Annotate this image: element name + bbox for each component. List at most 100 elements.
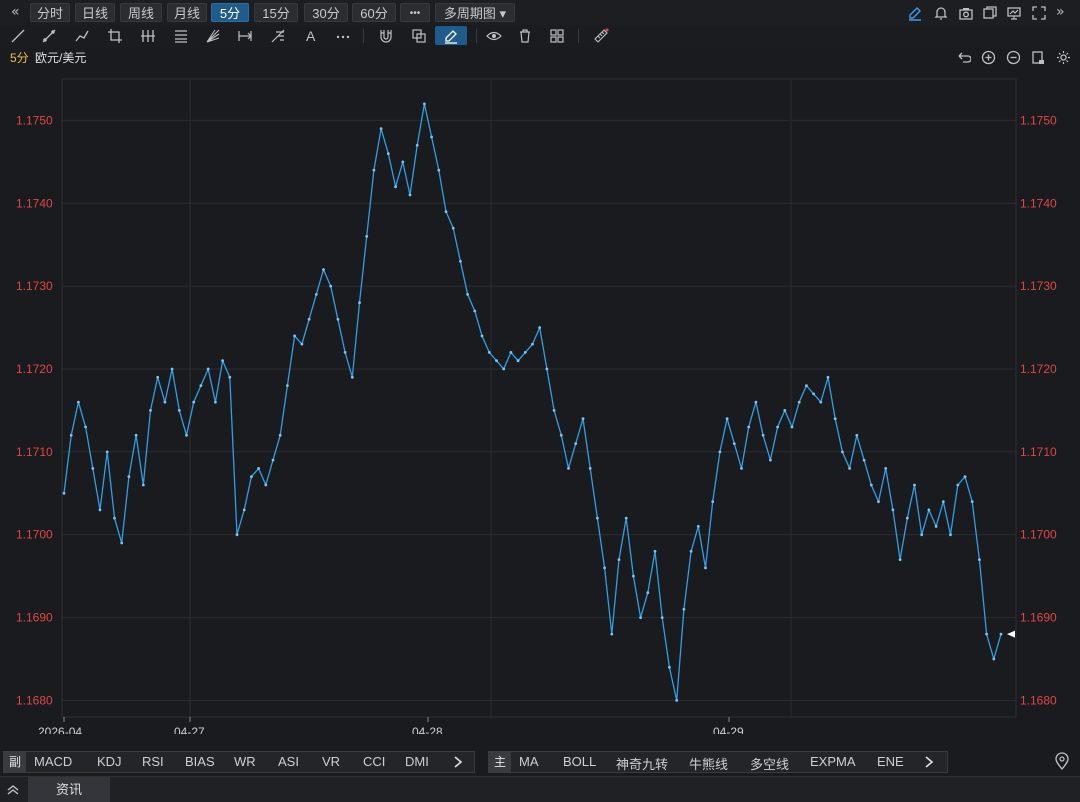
chart-canvas[interactable]: 1.1680 1.1690 1.1700 1.1710 1.1720 1.1730 1.17…: [0, 67, 1080, 739]
line-tool-icon[interactable]: [10, 28, 26, 44]
pitchfork-icon[interactable]: [270, 28, 286, 44]
indicator-long-short[interactable]: 多空线: [750, 754, 789, 773]
chevron-up-icon[interactable]: [6, 783, 20, 797]
period-tab-60min[interactable]: 60分: [352, 3, 396, 22]
edit-icon[interactable]: [907, 5, 923, 21]
ruler-icon[interactable]: [593, 28, 609, 44]
indicator-boll[interactable]: BOLL: [563, 754, 596, 769]
fan-tool-icon[interactable]: [205, 28, 221, 44]
undo-icon[interactable]: [956, 50, 971, 65]
range-tool-icon[interactable]: [237, 28, 253, 44]
collapse-right-icon[interactable]: »: [1056, 4, 1065, 20]
brush-icon: [445, 30, 457, 44]
price-point: [358, 301, 361, 305]
grid-tool-icon[interactable]: [549, 28, 565, 44]
price-point: [985, 632, 988, 636]
collapse-left-icon[interactable]: «: [11, 4, 20, 20]
indicator-wr[interactable]: WR: [234, 754, 256, 769]
symbol-name: 欧元/美元: [35, 51, 87, 65]
price-point: [322, 268, 325, 271]
indicator-cci[interactable]: CCI: [363, 754, 385, 769]
price-point: [552, 409, 556, 412]
price-point: [141, 483, 145, 487]
price-point: [502, 367, 506, 371]
chevron-right-icon[interactable]: [923, 756, 935, 768]
more-tools-icon[interactable]: [335, 28, 351, 44]
symbol-label: 5分 欧元/美元: [10, 49, 86, 66]
period-tab-intraday[interactable]: 分时: [30, 3, 70, 22]
fullscreen-icon[interactable]: [1031, 5, 1047, 21]
zoom-out-icon[interactable]: [1006, 50, 1021, 65]
bell-icon[interactable]: [933, 5, 949, 21]
indicator-expma[interactable]: EXPMA: [810, 754, 856, 769]
price-point: [660, 616, 664, 619]
x-tick-label: 2026-04: [38, 725, 82, 734]
more-periods-button[interactable]: •••: [400, 3, 430, 22]
price-point: [372, 168, 376, 172]
location-pin-icon[interactable]: [1054, 752, 1070, 770]
price-chart[interactable]: 1.1680 1.1690 1.1700 1.1710 1.1720 1.1730 1.17…: [0, 67, 1080, 739]
parallel-lines-icon[interactable]: [140, 28, 156, 44]
price-point: [617, 558, 621, 561]
toolbar-divider: [578, 29, 579, 43]
layers-icon[interactable]: [411, 28, 427, 44]
price-point: [805, 384, 808, 387]
price-point: [77, 400, 80, 404]
indicator-asi[interactable]: ASI: [278, 754, 299, 769]
y-tick-label-right: 1.1740: [1020, 196, 1057, 210]
indicator-kdj[interactable]: KDJ: [97, 754, 122, 769]
period-tab-15min[interactable]: 15分: [254, 3, 298, 22]
price-point: [841, 450, 844, 454]
price-point: [747, 425, 751, 429]
drawing-toolbar: A: [0, 25, 1080, 47]
indicator-rsi[interactable]: RSI: [142, 754, 164, 769]
price-point: [675, 699, 679, 702]
chevron-right-icon[interactable]: [452, 756, 464, 768]
price-point: [156, 375, 160, 379]
y-tick-label-left: 1.1730: [16, 279, 53, 293]
indicator-bull-bear[interactable]: 牛熊线: [689, 754, 728, 773]
brush-tool-active[interactable]: [435, 26, 467, 45]
period-tab-daily[interactable]: 日线: [75, 3, 115, 22]
fib-levels-icon[interactable]: [173, 28, 189, 44]
trash-icon[interactable]: [517, 28, 533, 44]
indicator-ene[interactable]: ENE: [877, 754, 904, 769]
toolbar-divider: [476, 29, 477, 43]
chart-settings-icon[interactable]: [1031, 50, 1046, 65]
monitor-icon[interactable]: [1006, 5, 1022, 21]
period-tab-weekly[interactable]: 周线: [120, 3, 162, 22]
multi-period-dropdown[interactable]: 多周期图 ▾: [435, 3, 515, 22]
indicator-dmi[interactable]: DMI: [405, 754, 429, 769]
indicator-ma[interactable]: MA: [519, 754, 539, 769]
indicator-macd[interactable]: MACD: [34, 754, 72, 769]
indicator-vr[interactable]: VR: [322, 754, 340, 769]
period-tab-5min[interactable]: 5分: [211, 3, 249, 22]
indicator-bias[interactable]: BIAS: [185, 754, 215, 769]
price-point: [812, 392, 815, 396]
price-point: [797, 400, 801, 404]
price-point: [394, 185, 397, 189]
price-point: [588, 467, 592, 470]
x-tick-label: 04-28: [412, 725, 443, 734]
gear-icon[interactable]: [1056, 50, 1071, 65]
ray-tool-icon[interactable]: [41, 28, 57, 44]
price-point: [603, 566, 606, 570]
price-point: [113, 516, 116, 520]
indicator-magic-nine[interactable]: 神奇九转: [616, 754, 668, 773]
polyline-tool-icon[interactable]: [74, 28, 90, 44]
magnet-icon[interactable]: [378, 28, 394, 44]
eye-icon[interactable]: [486, 28, 502, 44]
camera-icon[interactable]: [958, 5, 974, 21]
period-tab-monthly[interactable]: 月线: [167, 3, 207, 22]
text-tool-icon[interactable]: A: [303, 28, 319, 44]
copy-window-icon[interactable]: [982, 5, 998, 21]
period-tab-30min[interactable]: 30分: [304, 3, 348, 22]
news-tab[interactable]: 资讯: [28, 777, 110, 802]
crop-tool-icon[interactable]: [107, 28, 123, 44]
price-point: [62, 491, 66, 495]
last-price-marker: [1007, 630, 1015, 638]
main-indicator-lead: 主: [489, 752, 511, 772]
price-point: [711, 500, 715, 503]
sub-indicator-lead: 副: [4, 752, 26, 772]
zoom-in-icon[interactable]: [981, 50, 996, 65]
